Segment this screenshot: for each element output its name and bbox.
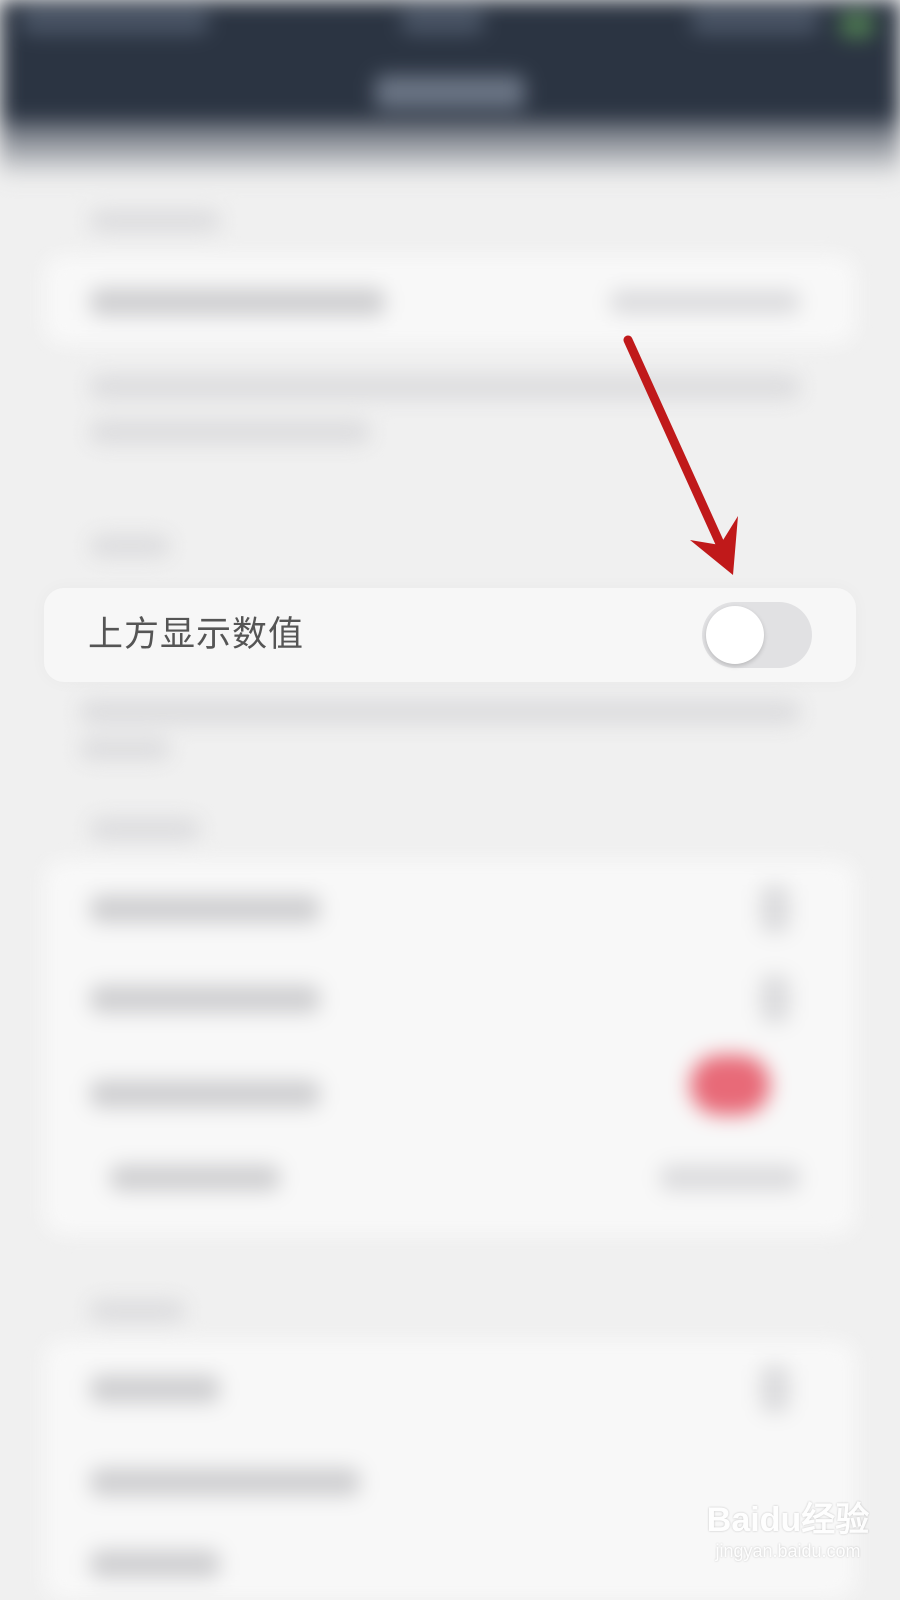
annotation-arrow-icon: [623, 335, 738, 575]
watermark-url: jingyan.baidu.com: [715, 1541, 861, 1561]
arrow-shaft: [623, 335, 727, 553]
baidu-jingyan-watermark: Baidu经验 jingyan.baidu.com: [688, 1500, 888, 1590]
watermark-logo: Baidu经验: [706, 1501, 870, 1539]
